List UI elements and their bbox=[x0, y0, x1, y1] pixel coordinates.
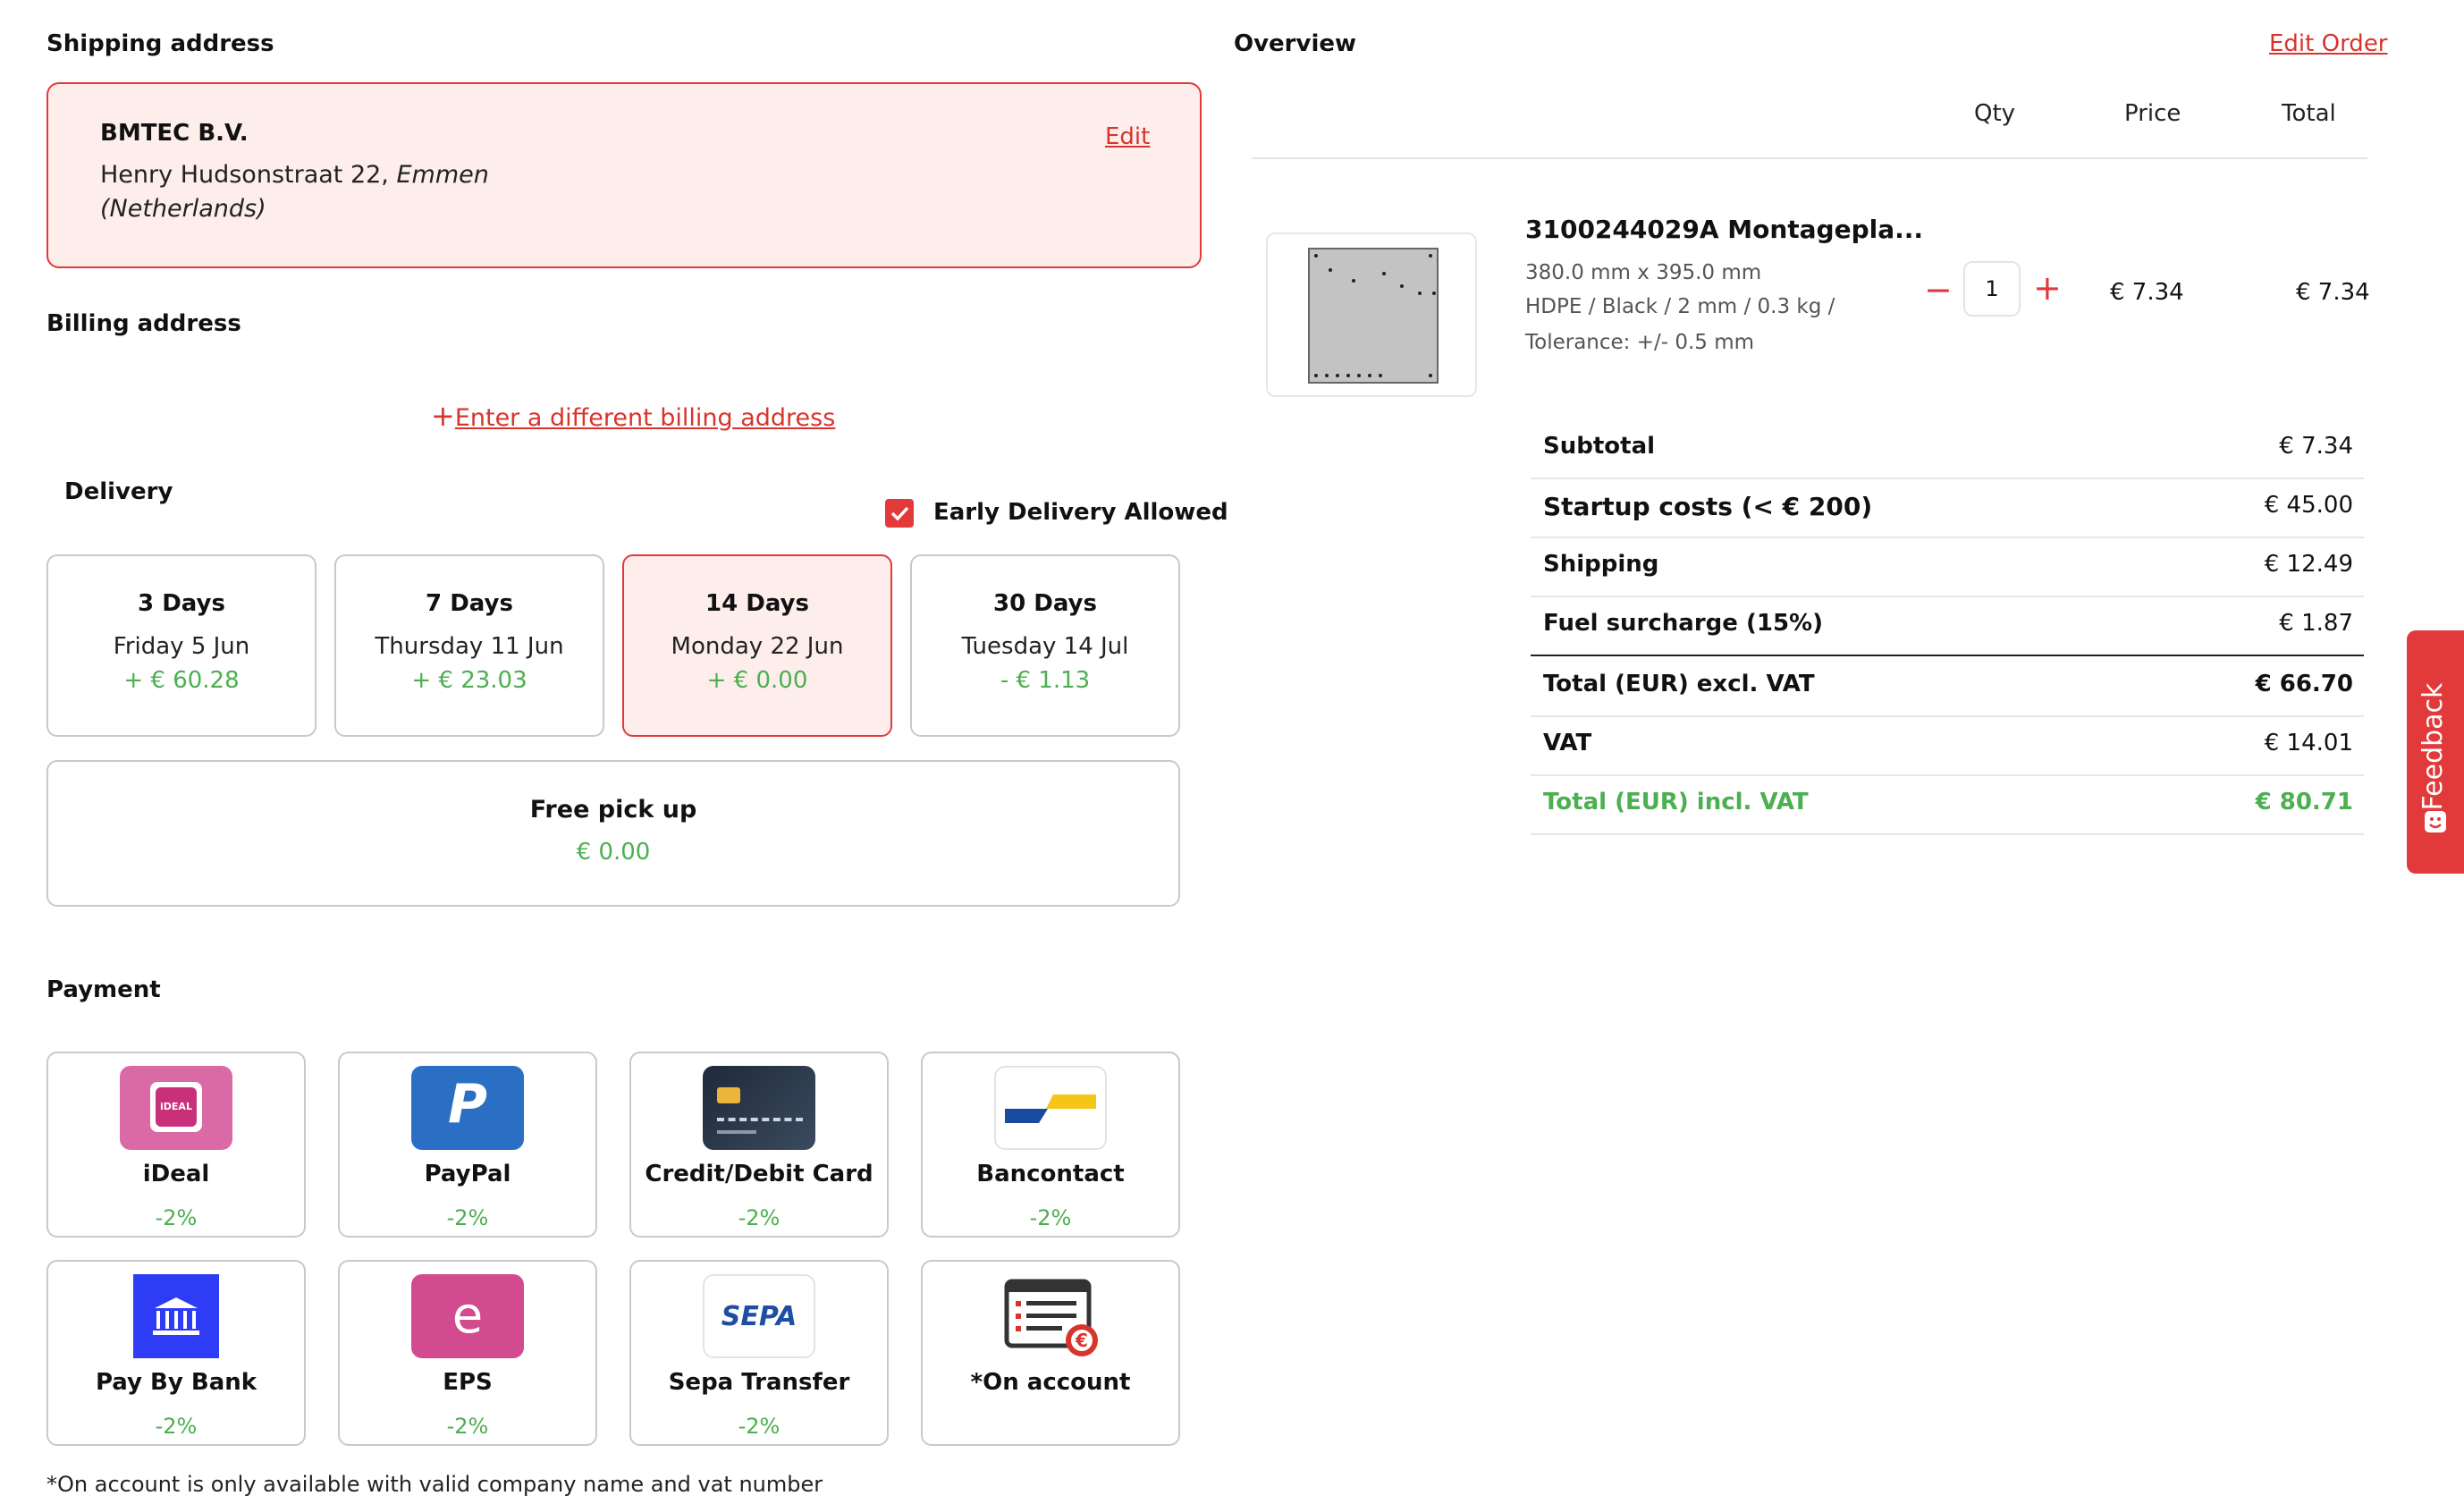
summary-fuel-surcharge: Fuel surcharge (15%) € 1.87 bbox=[1531, 596, 2364, 656]
payment-name: Sepa Transfer bbox=[668, 1369, 850, 1396]
shipping-street: Henry Hudsonstraat 22, bbox=[100, 161, 389, 189]
delivery-option-3-days[interactable]: 3 Days Friday 5 Jun + € 60.28 bbox=[46, 554, 316, 737]
delivery-option-30-days[interactable]: 30 Days Tuesday 14 Jul - € 1.13 bbox=[910, 554, 1180, 737]
early-delivery-label[interactable]: Early Delivery Allowed bbox=[933, 499, 1228, 526]
product-name[interactable]: 3100244029A Montagepla... bbox=[1525, 215, 1923, 244]
product-thumbnail bbox=[1266, 232, 1477, 397]
payment-name: iDeal bbox=[142, 1161, 210, 1187]
column-total: Total bbox=[2282, 100, 2336, 127]
delivery-heading: Delivery bbox=[64, 478, 173, 505]
payment-paypal[interactable]: P PayPal -2% bbox=[338, 1052, 597, 1238]
payment-name: Pay By Bank bbox=[95, 1369, 257, 1396]
product-tolerance: Tolerance: +/- 0.5 mm bbox=[1525, 331, 1755, 354]
summary-total-excl-vat: Total (EUR) excl. VAT € 66.70 bbox=[1531, 656, 2364, 717]
summary-total-incl-vat: Total (EUR) incl. VAT € 80.71 bbox=[1531, 774, 2364, 835]
delivery-option-date: Monday 22 Jun bbox=[671, 633, 844, 660]
plus-icon: + bbox=[431, 399, 455, 433]
qty-decrease-button[interactable]: − bbox=[1924, 270, 1953, 309]
payment-discount: -2% bbox=[446, 1205, 489, 1230]
column-qty: Qty bbox=[1974, 100, 2016, 127]
bancontact-icon bbox=[994, 1066, 1107, 1150]
header-divider bbox=[1252, 157, 2367, 159]
delivery-option-7-days[interactable]: 7 Days Thursday 11 Jun + € 23.03 bbox=[334, 554, 604, 737]
sepa-icon: SEPA bbox=[703, 1274, 815, 1358]
item-total: € 7.34 bbox=[2296, 279, 2370, 306]
summary-subtotal: Subtotal € 7.34 bbox=[1531, 418, 2364, 479]
payment-name: PayPal bbox=[424, 1161, 511, 1187]
payment-credit-card[interactable]: Credit/Debit Card -2% bbox=[629, 1052, 889, 1238]
delivery-option-price: - € 1.13 bbox=[1000, 667, 1091, 694]
edit-shipping-link[interactable]: Edit bbox=[1105, 123, 1150, 150]
shipping-company: BMTEC B.V. bbox=[100, 120, 249, 147]
shipping-city: Emmen bbox=[396, 161, 489, 189]
payment-ideal[interactable]: iDEAL iDeal -2% bbox=[46, 1052, 306, 1238]
delivery-option-date: Tuesday 14 Jul bbox=[961, 633, 1129, 660]
payment-name: Credit/Debit Card bbox=[645, 1161, 873, 1187]
delivery-option-14-days[interactable]: 14 Days Monday 22 Jun + € 0.00 bbox=[622, 554, 892, 737]
plate-drawing-icon bbox=[1308, 248, 1439, 384]
delivery-option-title: 7 Days bbox=[426, 590, 513, 617]
different-billing-link[interactable]: +Enter a different billing address bbox=[431, 399, 835, 433]
bank-icon bbox=[133, 1274, 219, 1358]
payment-heading: Payment bbox=[46, 976, 161, 1003]
check-icon bbox=[890, 506, 909, 521]
payment-eps[interactable]: e EPS -2% bbox=[338, 1260, 597, 1446]
payment-pay-by-bank[interactable]: Pay By Bank -2% bbox=[46, 1260, 306, 1446]
shipping-country: (Netherlands) bbox=[100, 195, 266, 223]
delivery-option-price: + € 0.00 bbox=[706, 667, 808, 694]
early-delivery-checkbox[interactable] bbox=[885, 499, 914, 528]
edit-order-link[interactable]: Edit Order bbox=[2269, 30, 2388, 57]
delivery-option-title: 30 Days bbox=[993, 590, 1097, 617]
shipping-heading: Shipping address bbox=[46, 30, 274, 57]
payment-sepa[interactable]: SEPA Sepa Transfer -2% bbox=[629, 1260, 889, 1446]
delivery-option-title: 3 Days bbox=[138, 590, 225, 617]
column-price: Price bbox=[2124, 100, 2181, 127]
summary-vat: VAT € 14.01 bbox=[1531, 715, 2364, 776]
delivery-option-price: + € 23.03 bbox=[411, 667, 527, 694]
invoice-icon: € bbox=[994, 1274, 1107, 1358]
qty-increase-button[interactable]: + bbox=[2033, 268, 2062, 308]
payment-name: EPS bbox=[443, 1369, 493, 1396]
overview-heading: Overview bbox=[1234, 30, 1357, 57]
pickup-price: € 0.00 bbox=[576, 839, 651, 866]
summary-startup-costs: Startup costs (< € 200) € 45.00 bbox=[1531, 477, 2364, 538]
ideal-icon: iDEAL bbox=[120, 1066, 232, 1150]
delivery-option-free-pickup[interactable]: Free pick up € 0.00 bbox=[46, 760, 1180, 907]
delivery-option-date: Thursday 11 Jun bbox=[375, 633, 564, 660]
payment-discount: -2% bbox=[1029, 1205, 1072, 1230]
billing-heading: Billing address bbox=[46, 310, 241, 337]
item-price: € 7.34 bbox=[2110, 279, 2184, 306]
shipping-address-line: Henry Hudsonstraat 22, Emmen bbox=[100, 161, 489, 189]
shipping-address-card: BMTEC B.V. Henry Hudsonstraat 22, Emmen … bbox=[46, 82, 1202, 268]
payment-discount: -2% bbox=[738, 1205, 781, 1230]
smiley-icon bbox=[2425, 811, 2446, 832]
payment-discount: -2% bbox=[155, 1205, 198, 1230]
payment-name: Bancontact bbox=[976, 1161, 1125, 1187]
payment-discount: -2% bbox=[446, 1414, 489, 1439]
payment-on-account[interactable]: € *On account bbox=[921, 1260, 1180, 1446]
product-dimensions: 380.0 mm x 395.0 mm bbox=[1525, 261, 1762, 284]
credit-card-icon bbox=[703, 1066, 815, 1150]
payment-discount: -2% bbox=[738, 1414, 781, 1439]
delivery-option-title: 14 Days bbox=[705, 590, 809, 617]
delivery-option-date: Friday 5 Jun bbox=[113, 633, 250, 660]
on-account-footnote: *On account is only available with valid… bbox=[46, 1472, 823, 1497]
summary-shipping: Shipping € 12.49 bbox=[1531, 537, 2364, 597]
delivery-option-price: + € 60.28 bbox=[123, 667, 240, 694]
payment-name: *On account bbox=[970, 1369, 1131, 1396]
payment-bancontact[interactable]: Bancontact -2% bbox=[921, 1052, 1180, 1238]
different-billing-label: Enter a different billing address bbox=[454, 404, 836, 432]
product-spec: HDPE / Black / 2 mm / 0.3 kg / bbox=[1525, 295, 1835, 318]
payment-discount: -2% bbox=[155, 1414, 198, 1439]
qty-input[interactable]: 1 bbox=[1963, 261, 2021, 317]
pickup-title: Free pick up bbox=[529, 796, 697, 824]
eps-icon: e bbox=[411, 1274, 524, 1358]
feedback-tab[interactable]: Feedback bbox=[2407, 630, 2464, 874]
paypal-icon: P bbox=[411, 1066, 524, 1150]
